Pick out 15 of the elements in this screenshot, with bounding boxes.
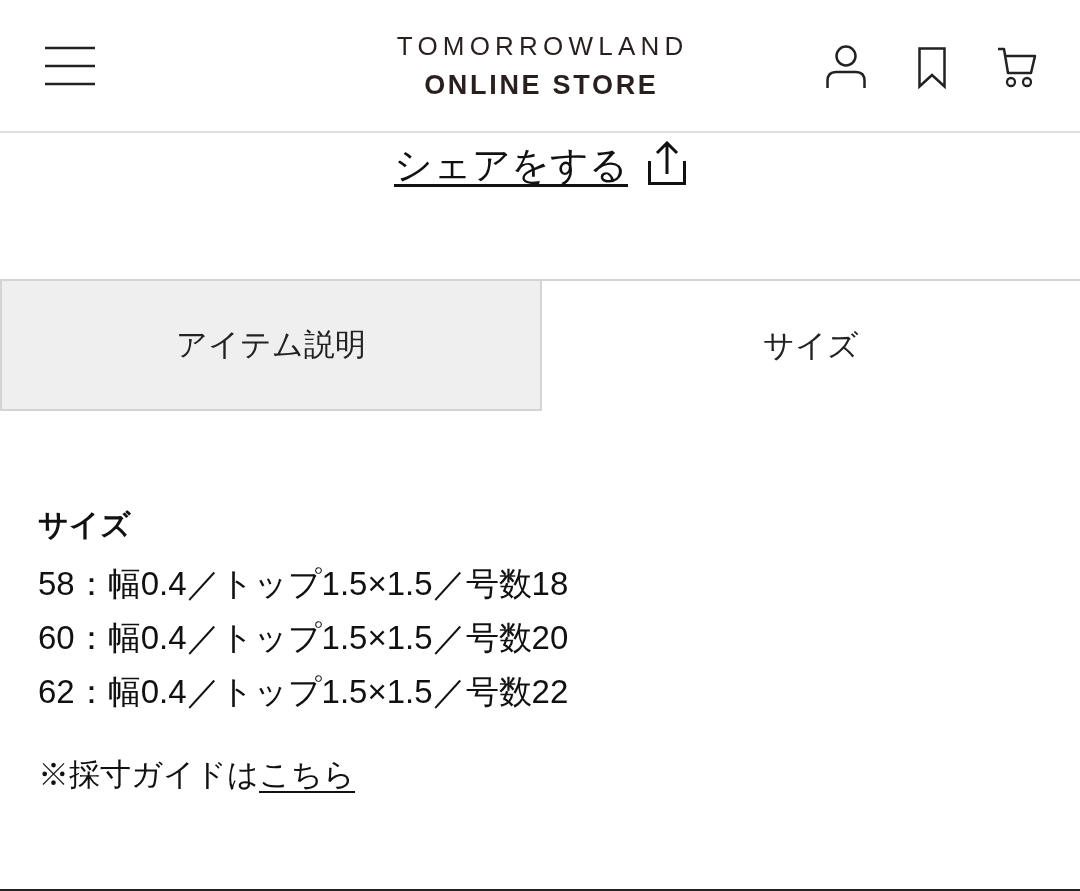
bookmark-icon[interactable] (918, 47, 946, 89)
size-row-text: 60：幅0.4／トップ1.5×1.5／号数20 (38, 618, 570, 658)
tab[interactable]: アイテム説明 (0, 281, 542, 411)
cart-icon[interactable] (998, 47, 1037, 88)
logo-subtitle[interactable]: ONLINE STORE (421, 68, 659, 101)
menu-icon[interactable] (45, 46, 95, 86)
account-icon[interactable] (826, 45, 866, 88)
size-heading: サイズ (38, 507, 132, 543)
size-row-text: 58：幅0.4／トップ1.5×1.5／号数18 (38, 564, 570, 604)
logo-title[interactable]: TOMORROWLAND (391, 30, 689, 61)
share-icon[interactable] (648, 141, 686, 185)
share-link[interactable]: シェアをする (394, 142, 628, 188)
size-guide-note: ※採寸ガイドはこちら (38, 756, 356, 794)
size-row-text: 62：幅0.4／トップ1.5×1.5／号数22 (38, 672, 570, 712)
size-guide-link[interactable]: こちら (259, 757, 355, 792)
